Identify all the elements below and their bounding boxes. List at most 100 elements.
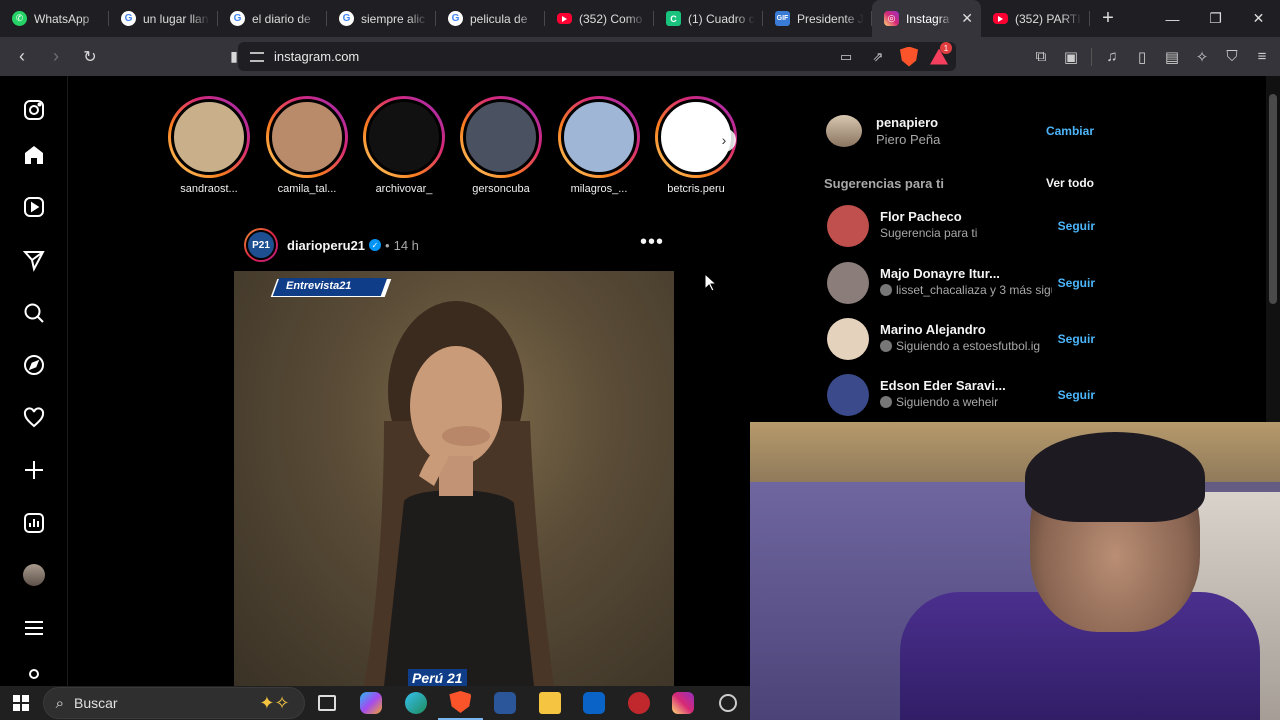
copilot-icon[interactable] [349,686,394,720]
browser-tab[interactable]: Gel diario de [218,0,327,37]
close-window-icon[interactable]: ✕ [1237,0,1280,37]
browser-tab[interactable]: ◎ Instagra ✕ [872,0,981,37]
browser-tab[interactable]: GIF Presidente J [763,0,872,37]
cast-icon[interactable]: ▭ [836,47,856,67]
more-menu-icon[interactable] [21,615,47,641]
browser-tab[interactable]: ✆ WhatsApp [0,0,109,37]
post-tag-label: Entrevista21 [286,280,352,292]
outlook-icon[interactable] [572,686,617,720]
see-all-link[interactable]: Ver todo [1046,176,1094,190]
start-button[interactable] [0,686,43,720]
minimize-icon[interactable]: — [1151,0,1194,37]
mutual-avatar-icon [880,284,892,296]
notifications-heart-icon[interactable] [21,405,47,431]
browser-tab[interactable]: (352) PARTI [981,0,1090,37]
reload-icon[interactable]: ↻ [76,43,104,71]
search-icon[interactable] [21,300,47,326]
instagram-app-icon[interactable] [661,686,706,720]
file-explorer-icon[interactable] [527,686,572,720]
new-tab-button[interactable]: + [1090,0,1126,37]
task-view-icon[interactable] [305,686,350,720]
suggestion-avatar[interactable] [827,205,869,247]
taskbar-search[interactable]: ⌕ Buscar ✦✧ [42,687,305,719]
edge-icon[interactable] [394,686,439,720]
messages-icon[interactable] [21,247,47,273]
post-time[interactable]: 14 h [394,238,419,253]
word-icon[interactable] [483,686,528,720]
brave-shield-icon[interactable] [900,46,918,67]
verified-badge-icon: ✓ [369,239,382,251]
media-icon[interactable]: ♫ [1102,47,1122,67]
explore-icon[interactable] [21,352,47,378]
browser-tab[interactable]: (352) Como [545,0,654,37]
sidebar-toggle-icon[interactable]: ▯ [1132,47,1152,67]
instagram-logo-icon[interactable] [21,97,47,123]
story-item[interactable]: gersoncuba [458,96,544,195]
suggestion-username[interactable]: Majo Donayre Itur... [880,266,1000,281]
browser-tab[interactable]: Gun lugar llan [109,0,218,37]
suggestion-avatar[interactable] [827,318,869,360]
screenshot-icon[interactable]: ▣ [1061,47,1081,67]
current-account-avatar[interactable] [826,115,862,147]
threads-icon[interactable] [21,666,47,684]
switch-account-button[interactable]: Cambiar [1046,124,1094,138]
google-icon: G [230,11,245,26]
suggestion-username[interactable]: Flor Pacheco [880,209,962,224]
vpn-icon[interactable]: ⛉ [1222,47,1242,67]
tab-title: el diario de [252,11,311,26]
story-item[interactable]: archivovar_ [361,96,447,195]
story-item[interactable]: sandraost... [166,96,252,195]
wallet-icon[interactable]: ▤ [1162,47,1182,67]
browser-tab[interactable]: C (1) Cuadro c [654,0,763,37]
story-ring [363,96,445,178]
stories-next-icon[interactable]: › [712,128,736,152]
story-username: gersoncuba [472,183,530,195]
follow-button[interactable]: Seguir [1058,276,1095,290]
mutual-avatar-icon [880,396,892,408]
recorder-icon[interactable] [616,686,661,720]
post-username[interactable]: diarioperu21 [287,238,365,253]
tab-title: pelicula de [470,11,528,26]
follow-button[interactable]: Seguir [1058,219,1095,233]
follow-button[interactable]: Seguir [1058,332,1095,346]
post-image[interactable]: Entrevista21 Perú 21 [234,271,674,686]
suggestion-username[interactable]: Marino Alejandro [880,322,986,337]
extra-app-icon[interactable] [705,686,750,720]
browser-tab[interactable]: Gpelicula de [436,0,545,37]
current-account-name: Piero Peña [876,132,941,147]
profile-avatar[interactable] [21,562,47,588]
follow-button[interactable]: Seguir [1058,388,1095,402]
close-tab-icon[interactable]: ✕ [961,10,973,27]
story-item[interactable]: milagros_... [556,96,642,195]
share-icon[interactable]: ⇗ [868,47,888,67]
story-avatar [463,99,539,175]
suggestion-username[interactable]: Edson Eder Saravi... [880,378,1006,393]
copilot-sparkle-icon: ✦✧ [259,693,290,713]
dashboard-icon[interactable] [21,510,47,536]
story-item[interactable]: camila_tal... [264,96,350,195]
home-icon[interactable] [21,142,47,168]
extensions-icon[interactable]: ⧉ [1031,47,1051,67]
menu-icon[interactable]: ≡ [1252,47,1272,67]
back-icon[interactable]: ‹ [8,43,36,71]
leo-ai-icon[interactable]: ✧ [1192,47,1212,67]
suggestion-avatar[interactable] [827,262,869,304]
forward-icon[interactable]: › [42,43,70,71]
browser-tab[interactable]: Gsiempre alic [327,0,436,37]
post-author-avatar[interactable]: P21 [244,228,278,262]
post-options-icon[interactable]: ••• [640,232,664,252]
scrollbar-thumb[interactable] [1269,94,1277,304]
restore-icon[interactable]: ❐ [1194,0,1237,37]
story-username: betcris.peru [667,183,725,195]
instagram-sidebar [0,76,68,686]
story-username: milagros_... [570,183,628,195]
brave-browser-icon[interactable] [438,686,483,720]
create-plus-icon[interactable] [21,457,47,483]
story-username: sandraost... [180,183,238,195]
site-info-icon[interactable] [250,51,264,62]
suggestion-avatar[interactable] [827,374,869,416]
address-bar[interactable]: instagram.com ▭ ⇗ [238,42,956,71]
current-account-username[interactable]: penapiero [876,115,938,130]
clipchamp-icon: C [666,11,681,26]
reels-icon[interactable] [21,194,47,220]
